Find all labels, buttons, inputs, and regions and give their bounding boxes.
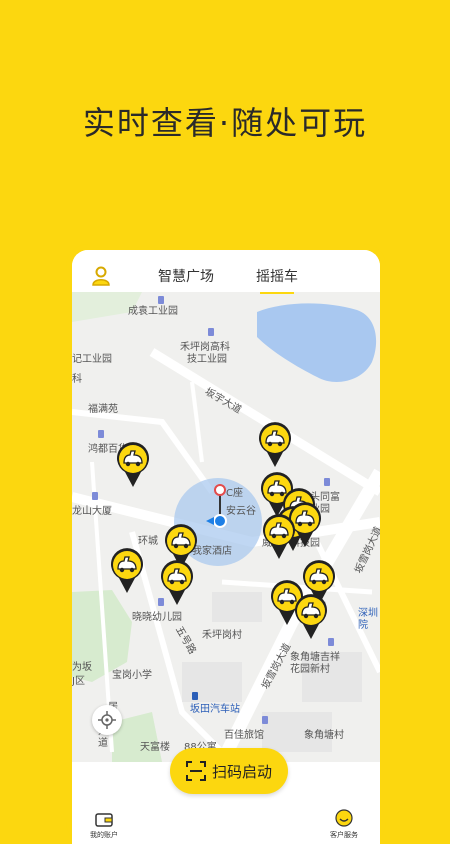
user-icon[interactable] bbox=[92, 266, 110, 286]
map-label: 福满苑 bbox=[88, 404, 118, 415]
map-label: 天富楼 bbox=[140, 742, 170, 753]
nav-customer-service-label: 客户服务 bbox=[330, 831, 358, 839]
map-label: 科 bbox=[72, 374, 82, 385]
phone-frame: 智慧广场 摇摇车 成袁工业园 记工业园 禾坪岗高科 技工业园 科 福满苑 坂宇大… bbox=[66, 244, 386, 844]
map-label: J区 bbox=[72, 676, 85, 687]
ride-car-icon bbox=[111, 548, 143, 593]
top-bar: 智慧广场 摇摇车 bbox=[72, 250, 380, 294]
current-location-icon bbox=[213, 514, 227, 528]
poi-icon bbox=[98, 430, 104, 438]
poi-icon bbox=[262, 716, 268, 724]
ride-car-marker[interactable] bbox=[262, 514, 296, 560]
ride-car-icon bbox=[295, 594, 327, 639]
ride-car-marker[interactable] bbox=[258, 422, 292, 468]
ride-car-icon bbox=[117, 442, 149, 487]
ride-car-marker[interactable] bbox=[294, 594, 328, 640]
poi-icon bbox=[92, 492, 98, 500]
lake bbox=[257, 303, 377, 382]
nav-customer-service[interactable]: 客户服务 bbox=[330, 809, 358, 840]
locate-button[interactable] bbox=[92, 705, 122, 735]
map-label: 宝岗小学 bbox=[112, 670, 152, 681]
bottom-nav: 我的账户 客户服务 bbox=[72, 800, 380, 844]
map-label: 成袁工业园 bbox=[128, 306, 178, 317]
map-label: 为坂 bbox=[72, 662, 92, 673]
map-label: C座 bbox=[226, 488, 243, 499]
wallet-icon bbox=[95, 813, 113, 827]
ride-car-marker[interactable] bbox=[116, 442, 150, 488]
poi-icon bbox=[208, 328, 214, 336]
map-view[interactable]: 成袁工业园 记工业园 禾坪岗高科 技工业园 科 福满苑 坂宇大道 鸿都百货 龙山… bbox=[72, 292, 380, 762]
ride-car-icon bbox=[263, 514, 295, 559]
map-label: 记工业园 bbox=[72, 354, 112, 365]
smile-icon bbox=[335, 809, 353, 827]
poi-icon bbox=[324, 478, 330, 486]
scan-to-start-button[interactable]: 扫码启动 bbox=[170, 748, 288, 794]
map-label: 技工业园 bbox=[187, 354, 227, 365]
map-label: 象角塘村 bbox=[304, 730, 344, 741]
map-label: 龙山大厦 bbox=[72, 506, 112, 517]
headline: 实时查看·随处可玩 bbox=[82, 104, 368, 142]
nav-my-account-label: 我的账户 bbox=[90, 831, 118, 839]
ride-car-icon bbox=[161, 560, 193, 605]
map-label: 禾坪岗村 bbox=[202, 630, 242, 641]
map-label: 百佳旅馆 bbox=[224, 730, 264, 741]
scan-button-label: 扫码启动 bbox=[211, 762, 272, 781]
scan-icon bbox=[185, 761, 206, 781]
crosshair-icon bbox=[98, 711, 116, 729]
map-label: 晓晓幼儿园 bbox=[132, 612, 182, 623]
map-label: 环城 bbox=[138, 536, 158, 547]
poi-icon bbox=[158, 296, 164, 304]
map-label: 坂田汽车站 bbox=[190, 704, 240, 715]
tab-ride-car[interactable]: 摇摇车 bbox=[256, 266, 298, 294]
ride-car-marker[interactable] bbox=[160, 560, 194, 606]
pin-icon bbox=[214, 484, 226, 496]
ride-car-marker[interactable] bbox=[110, 548, 144, 594]
bus-icon bbox=[192, 692, 198, 700]
map-label: 安云谷 bbox=[226, 506, 256, 517]
app-screen: 智慧广场 摇摇车 成袁工业园 记工业园 禾坪岗高科 技工业园 科 福满苑 坂宇大… bbox=[72, 250, 380, 844]
map-label: 道 bbox=[98, 738, 108, 749]
nav-my-account[interactable]: 我的账户 bbox=[90, 813, 118, 840]
ride-car-icon bbox=[259, 422, 291, 467]
map-label: 我家酒店 bbox=[192, 546, 232, 557]
poi-icon bbox=[328, 638, 334, 646]
map-label: 院 bbox=[358, 620, 368, 631]
tab-smart-square[interactable]: 智慧广场 bbox=[158, 266, 214, 286]
map-label: 花园新村 bbox=[290, 664, 330, 675]
